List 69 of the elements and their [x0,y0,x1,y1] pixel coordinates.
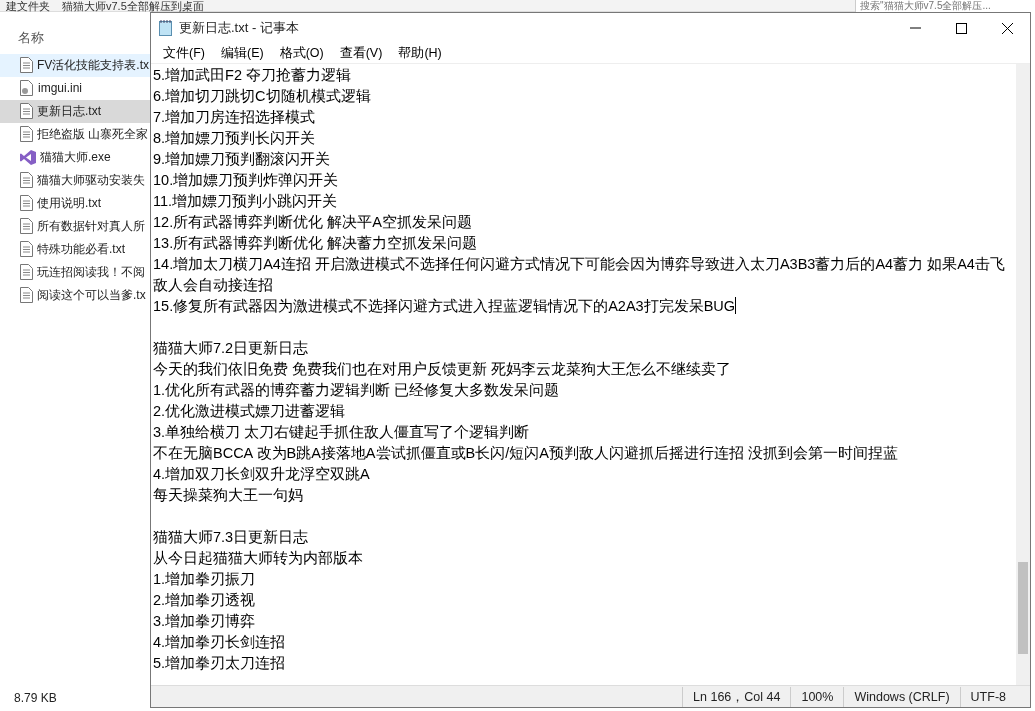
column-header[interactable]: 名称 [18,28,44,48]
file-item[interactable]: 使用说明.txt [0,191,150,215]
text-line: 14.增加太刀横刀A4连招 开启激进模式不选择任何闪避方式情况下可能会因为博弈导致进入太刀A3B3蓄力后的A4蓄力 如果A4击飞敌人会自动接连招 [153,255,1006,295]
search-field[interactable]: 搜索"猫猫大师v7.5全部解压... [855,0,1035,12]
text-line: 13.所有武器博弈判断优化 解决蓄力空抓发呆问题 [153,234,479,253]
text-line: 猫猫大师7.3日更新日志 [153,528,310,547]
text-line: 猫猫大师7.2日更新日志 [153,339,310,358]
text-line: 从今日起猫猫大师转为内部版本 [153,549,364,568]
window-title: 更新日志.txt - 记事本 [179,19,300,38]
scrollbar[interactable] [1016,64,1030,685]
maximize-icon [955,22,967,34]
document-icon [20,264,33,280]
text-cursor [735,297,737,314]
scrollbar-thumb[interactable] [1018,562,1028,654]
text-line: 1.增加拳刃振刀 [153,570,257,589]
text-line: 11.增加嫖刀预判小跳闪开关 [153,192,339,211]
text-line: 7.增加刀房连招选择模式 [153,108,317,127]
document-icon [20,241,33,257]
file-item[interactable]: 特殊功能必看.txt [0,237,150,261]
file-item[interactable]: 猫猫大师.exe [0,145,150,169]
text-line: 15.修复所有武器因为激进模式不选择闪避方式进入捏蓝逻辑情况下的A2A3打完发呆BUG [153,296,738,316]
text-line: 不在无脑BCCA 改为B跳A接落地A尝试抓僵直或B长闪/短闪A预判敌人闪避抓后摇进行连招 没抓到会第一时间捏蓝 [153,444,899,463]
close-icon [1001,22,1013,34]
text-line: 1.优化所有武器的博弈蓄力逻辑判断 已经修复大多数发呆问题 [153,381,561,400]
text-line: 今天的我们依旧免费 免费我们也在对用户反馈更新 死妈李云龙菜狗大王怎么不继续卖了 [153,360,733,379]
status-text: Ln 166，Col 44 [682,686,791,707]
file-item[interactable]: 玩连招阅读我！不阅 [0,260,150,284]
breadcrumb-item[interactable]: 建文件夹 [6,0,50,11]
menu-item[interactable]: 帮助(H) [390,43,450,63]
file-item[interactable]: 所有数据针对真人所 [0,214,150,238]
document-icon [20,172,33,188]
text-line: 10.增加嫖刀预判炸弹闪开关 [153,171,340,190]
text-line: 8.增加嫖刀预判长闪开关 [153,129,317,148]
text-line: 每天操菜狗大王一句妈 [153,486,304,505]
text-line: 3.单独给横刀 太刀右键起手抓住敌人僵直写了个逻辑判断 [153,423,531,442]
settings-file-icon [20,80,34,96]
document-icon [20,218,33,234]
app-logo-icon [20,149,36,165]
text-line: 5.增加武田F2 夺刀抢蓄力逻辑 [153,66,353,85]
document-icon [20,57,33,73]
document-icon [20,103,33,119]
text-line: 4.增加双刀长剑双升龙浮空双跳A [153,465,371,484]
text-line: 5.增加拳刃太刀连招 [153,654,287,673]
text-line: 9.增加嫖刀预判翻滚闪开关 [153,150,332,169]
text-line: 2.优化激进模式嫖刀进蓄逻辑 [153,402,347,421]
breadcrumb-item[interactable]: 猫猫大师v7.5全部解压到桌面 [62,0,204,11]
file-item[interactable]: 阅读这个可以当爹.tx [0,283,150,307]
text-line: 6.增加切刀跳切C切随机模式逻辑 [153,87,372,106]
status-text: UTF-8 [959,686,1016,707]
file-item[interactable]: 更新日志.txt [0,99,150,123]
document-icon [20,126,33,142]
menu-item[interactable]: 查看(V) [331,43,391,63]
file-item[interactable]: FV活化技能支持表.tx [0,53,150,77]
file-size: 8.79 KB [13,690,57,707]
notepad-icon [159,20,173,36]
text-line: 12.所有武器博弈判断优化 解决平A空抓发呆问题 [153,213,473,232]
menu-item[interactable]: 文件(F) [155,43,213,63]
document-icon [20,287,33,303]
file-item[interactable]: imgui.ini [0,76,150,100]
status-text: Windows (CRLF) [843,686,960,707]
status-text: 100% [790,686,844,707]
menu-item[interactable]: 格式(O) [271,43,332,63]
menu-item[interactable]: 编辑(E) [212,43,272,63]
file-item[interactable]: 拒绝盗版 山寨死全家 [0,122,150,146]
document-icon [20,195,33,211]
text-line: 3.增加拳刃博弈 [153,612,257,631]
file-item[interactable]: 猫猫大师驱动安装失 [0,168,150,192]
text-line: 4.增加拳刃长剑连招 [153,633,287,652]
text-line: 2.增加拳刃透视 [153,591,257,610]
